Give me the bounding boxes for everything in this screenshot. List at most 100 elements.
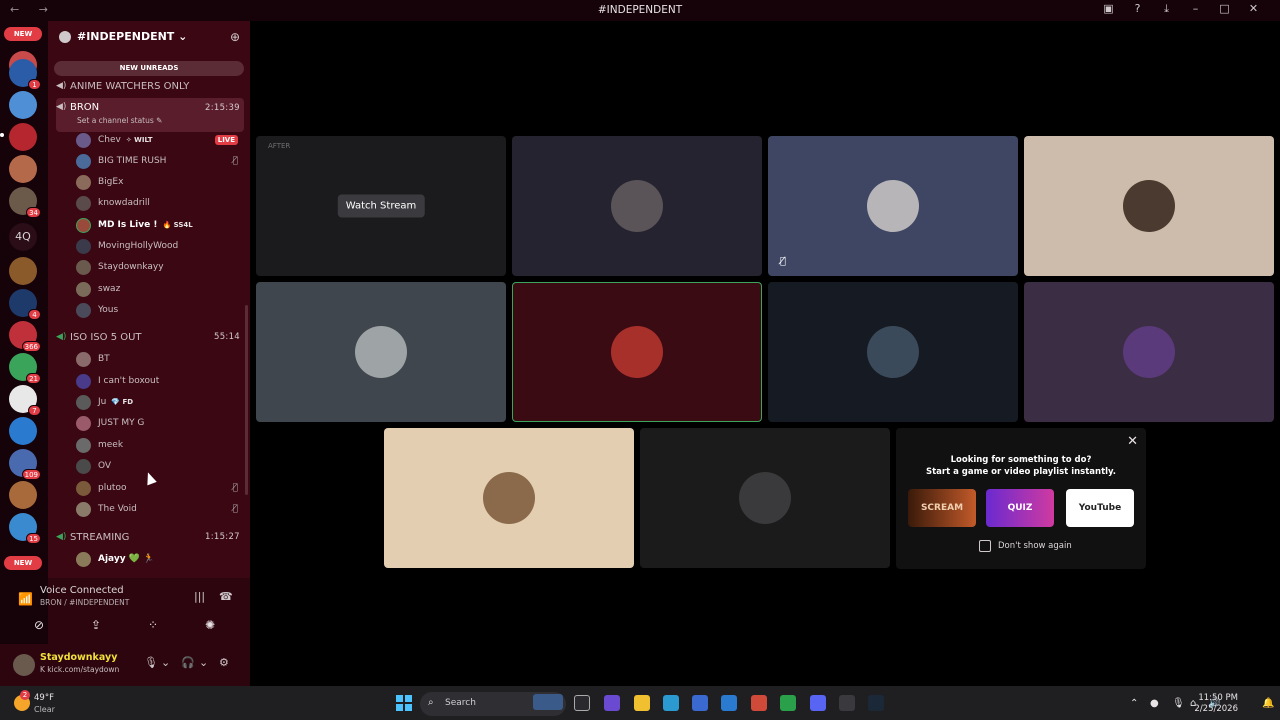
download-icon[interactable]: ⤓ xyxy=(1152,2,1181,16)
server-icon[interactable] xyxy=(9,155,37,183)
server-icon[interactable] xyxy=(9,257,37,285)
voice-connected-sub[interactable]: BRON / #INDEPENDENT xyxy=(40,598,129,607)
app-icon[interactable] xyxy=(780,695,796,711)
voice-user[interactable]: swaz xyxy=(76,279,244,299)
activity-card-youtube[interactable]: YouTube xyxy=(1066,489,1134,527)
my-username[interactable]: Staydownkayy xyxy=(40,652,117,663)
help-icon[interactable]: ? xyxy=(1123,2,1152,16)
voice-user[interactable]: MD Is Live ! 🔥 SS4L xyxy=(76,215,244,235)
guild-header[interactable]: #INDEPENDENT ⌄ ⊕ xyxy=(48,21,250,55)
participant-tile[interactable] xyxy=(384,428,634,568)
settings-gear-icon[interactable]: ⚙ xyxy=(219,656,229,669)
signal-icon[interactable]: 📶 xyxy=(18,592,33,606)
weather-temp[interactable]: 49°F xyxy=(34,693,54,703)
voice-user[interactable]: knowdadrill xyxy=(76,193,244,213)
voice-user[interactable]: BigEx xyxy=(76,172,244,192)
minimize-icon[interactable]: – xyxy=(1181,2,1210,16)
voice-user[interactable]: MovingHollyWood xyxy=(76,236,244,256)
weather-condition[interactable]: Clear xyxy=(34,705,55,714)
participant-tile[interactable] xyxy=(512,136,762,276)
invite-icon[interactable]: ⊕ xyxy=(230,30,240,44)
stream-tile[interactable]: AFTER Watch Stream xyxy=(256,136,506,276)
voice-user[interactable]: Chev ✧ WILT LIVE xyxy=(76,130,244,150)
voice-user[interactable]: Yous xyxy=(76,300,244,320)
server-4q[interactable]: 4Q xyxy=(9,223,37,251)
channel-status[interactable]: Set a channel status ✎ xyxy=(77,116,162,125)
server-icon[interactable] xyxy=(9,481,37,509)
chevron-down-icon[interactable]: ⌄ xyxy=(199,656,208,669)
app-icon[interactable] xyxy=(839,695,855,711)
channel-streaming[interactable]: ◀) STREAMING 1:15:27 xyxy=(56,528,240,546)
participant-tile[interactable] xyxy=(1024,136,1274,276)
voice-user[interactable]: OV xyxy=(76,456,244,476)
discord-icon[interactable] xyxy=(810,695,826,711)
store-icon[interactable] xyxy=(692,695,708,711)
activity-card-quiz[interactable]: QUIZ xyxy=(986,489,1054,527)
inbox-icon[interactable]: ▣ xyxy=(1094,2,1123,16)
task-view-icon[interactable] xyxy=(574,695,590,711)
participant-tile[interactable]: 🎙̸ xyxy=(768,136,1018,276)
close-window-icon[interactable]: ✕ xyxy=(1239,2,1268,16)
voice-user[interactable]: Ajayy 💚 🏃 xyxy=(76,549,244,569)
tray-chevron-icon[interactable]: ⌃ xyxy=(1130,698,1138,709)
taskbar-clock[interactable]: 11:50 PM 2/25/2026 xyxy=(1194,693,1238,715)
chevron-down-icon[interactable]: ⌄ xyxy=(161,656,170,669)
screen-share-icon[interactable]: ⇪ xyxy=(73,614,119,636)
server-icon[interactable]: 1 xyxy=(9,59,41,90)
server-icon[interactable]: 34 xyxy=(9,187,41,218)
voice-user[interactable]: The Void 🎙̸ xyxy=(76,499,244,519)
taskbar-app-icon[interactable] xyxy=(533,694,563,710)
server-icon[interactable]: 21 xyxy=(9,353,41,384)
disconnect-icon[interactable]: ☎ xyxy=(219,590,233,603)
channel-anime[interactable]: ◀) ANIME WATCHERS ONLY xyxy=(56,77,189,95)
new-unreads-banner[interactable]: NEW UNREADS xyxy=(54,61,244,76)
voice-user[interactable]: I can't boxout xyxy=(76,371,244,391)
headphones-icon[interactable]: 🎧 xyxy=(181,656,195,669)
maximize-icon[interactable]: □ xyxy=(1210,2,1239,16)
start-button[interactable] xyxy=(396,695,412,711)
activities-icon[interactable]: ⁘ xyxy=(130,614,176,636)
new-pill-bottom[interactable]: NEW xyxy=(4,556,42,570)
server-icon[interactable]: 15 xyxy=(9,513,41,544)
new-pill-top[interactable]: NEW xyxy=(4,27,42,41)
participant-tile[interactable] xyxy=(256,282,506,422)
participant-tile[interactable] xyxy=(640,428,890,568)
server-icon[interactable] xyxy=(9,123,37,151)
outlook-icon[interactable] xyxy=(721,695,737,711)
sidebar-scrollbar[interactable] xyxy=(245,305,248,495)
voice-user[interactable]: BIG TIME RUSH 🎙̸ xyxy=(76,151,244,171)
channel-bron[interactable]: ◀) BRON 2:15:39 xyxy=(56,98,244,132)
voice-connected-title[interactable]: Voice Connected xyxy=(40,585,124,596)
dont-show-checkbox[interactable] xyxy=(979,540,991,552)
voice-user[interactable]: JUST MY G xyxy=(76,413,244,433)
voice-user[interactable]: plutoo 🎙̸ xyxy=(76,478,244,498)
voice-user[interactable]: Staydownkayy xyxy=(76,257,244,277)
server-icon[interactable]: 4 xyxy=(9,289,41,320)
close-icon[interactable]: ✕ xyxy=(1127,434,1138,449)
server-icon[interactable]: 366 xyxy=(9,321,41,352)
notifications-icon[interactable]: 🔔 xyxy=(1262,698,1274,709)
server-icon[interactable]: 7 xyxy=(9,385,41,416)
watch-stream-button[interactable]: Watch Stream xyxy=(337,194,425,218)
voice-user[interactable]: BT xyxy=(76,349,244,369)
camera-off-icon[interactable]: ⊘ xyxy=(16,614,62,636)
server-icon[interactable]: 109 xyxy=(9,449,41,480)
tray-app-icon[interactable]: ● xyxy=(1150,698,1159,709)
edge-icon[interactable] xyxy=(663,695,679,711)
server-icon[interactable] xyxy=(9,91,37,119)
participant-tile[interactable] xyxy=(768,282,1018,422)
copilot-icon[interactable] xyxy=(604,695,620,711)
participant-tile[interactable] xyxy=(1024,282,1274,422)
channel-iso[interactable]: ◀) ISO ISO 5 OUT 55:14 xyxy=(56,328,240,346)
dont-show-label[interactable]: Don't show again xyxy=(998,541,1072,551)
voice-user[interactable]: meek xyxy=(76,435,244,455)
voice-user[interactable]: Ju 💎 FD xyxy=(76,392,244,412)
server-icon[interactable] xyxy=(9,417,37,445)
noise-suppression-icon[interactable]: ||| xyxy=(194,590,205,603)
file-explorer-icon[interactable] xyxy=(634,695,650,711)
soundboard-icon[interactable]: ✺ xyxy=(187,614,233,636)
my-avatar[interactable] xyxy=(13,654,35,676)
steam-icon[interactable] xyxy=(868,695,884,711)
guild-name[interactable]: #INDEPENDENT ⌄ xyxy=(77,30,187,43)
participant-tile-speaking[interactable] xyxy=(512,282,762,422)
